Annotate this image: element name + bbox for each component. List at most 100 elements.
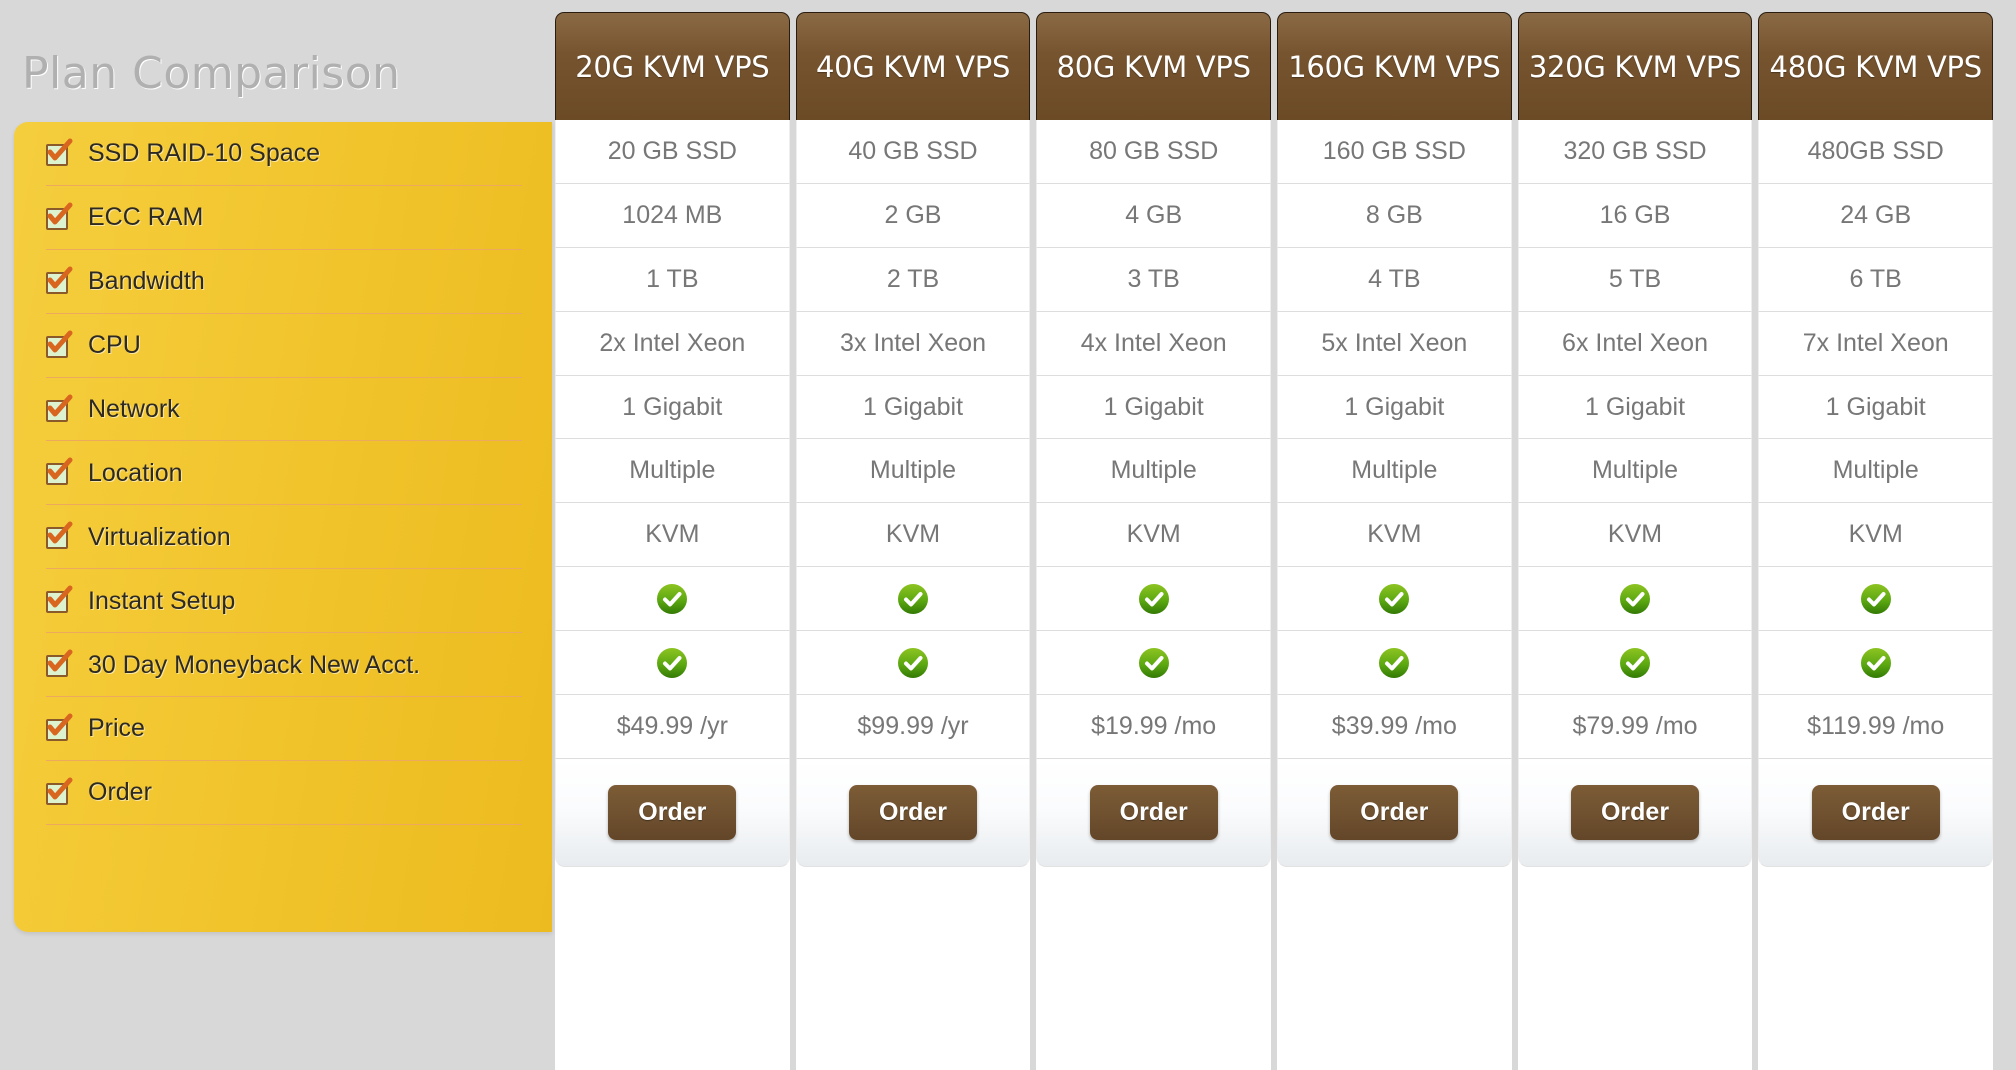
plan-column: 40G KVM VPS 40 GB SSD 2 GB 2 TB 3x Intel Xeo… <box>793 0 1034 1070</box>
checkmark-glyph <box>47 457 73 480</box>
cell-virtualization: KVM <box>555 503 790 568</box>
checkmark-glyph <box>47 521 73 544</box>
cell-cpu: 3x Intel Xeon <box>795 311 1031 376</box>
cell-cpu: 6x Intel Xeon <box>1517 311 1753 376</box>
cell-cpu: 7x Intel Xeon <box>1758 311 1994 376</box>
feature-label: Price <box>88 714 145 743</box>
plan-header[interactable]: 40G KVM VPS <box>795 12 1031 120</box>
cell-ram: 8 GB <box>1277 183 1512 248</box>
checkbox-checked-icon <box>46 777 73 805</box>
cell-network: 1 Gigabit <box>1277 375 1512 440</box>
cell-network: 1 Gigabit <box>795 375 1031 440</box>
feature-label: Network <box>88 395 180 423</box>
feature-label: ECC RAM <box>88 203 204 232</box>
cell-virtualization: KVM <box>1517 503 1753 568</box>
checkmark-glyph <box>47 266 73 289</box>
plan-header[interactable]: 20G KVM VPS <box>555 12 790 120</box>
cell-ram: 16 GB <box>1517 183 1753 248</box>
feature-row: Instant Setup <box>14 569 552 634</box>
cell-network: 1 Gigabit <box>1036 375 1272 440</box>
order-button[interactable]: Order <box>608 784 737 840</box>
order-button[interactable]: Order <box>1330 784 1459 840</box>
green-check-icon <box>1379 583 1410 614</box>
cell-moneyback <box>795 631 1031 696</box>
feature-label: Location <box>88 458 183 487</box>
plan-header[interactable]: 160G KVM VPS <box>1277 12 1512 120</box>
feature-row: Location <box>14 441 552 506</box>
plan-cell-stack: 40 GB SSD 2 GB 2 TB 3x Intel Xeon 1 Gigabit M… <box>795 120 1031 1070</box>
cell-moneyback <box>1277 631 1512 696</box>
cell-network: 1 Gigabit <box>555 375 790 440</box>
checkmark-glyph <box>47 330 73 353</box>
feature-label: Order <box>88 778 152 807</box>
checkmark-glyph <box>47 713 73 736</box>
cell-order: Order <box>1758 758 1994 867</box>
cell-bandwidth: 5 TB <box>1517 247 1753 312</box>
checkmark-glyph <box>47 585 73 608</box>
checkbox-checked-icon <box>46 266 73 294</box>
cell-bandwidth: 3 TB <box>1036 247 1272 312</box>
checkmark-glyph <box>47 138 73 161</box>
cell-location: Multiple <box>555 439 790 504</box>
green-check-icon <box>657 583 688 614</box>
cell-price: $99.99 /yr <box>795 695 1031 759</box>
plan-header[interactable]: 480G KVM VPS <box>1758 12 1994 120</box>
cell-bandwidth: 4 TB <box>1277 247 1512 312</box>
cell-moneyback <box>555 631 790 696</box>
feature-row: Price <box>14 697 552 761</box>
feature-row: 30 Day Moneyback New Acct. <box>14 633 552 697</box>
plan-column: 20G KVM VPS 20 GB SSD 1024 MB 1 TB 2x Intel … <box>552 0 793 1070</box>
cell-order: Order <box>555 758 790 867</box>
checkmark-glyph <box>47 649 73 672</box>
order-button[interactable]: Order <box>1089 784 1218 840</box>
order-button[interactable]: Order <box>849 784 977 840</box>
feature-sidebar: Plan Comparison SSD RAID-10 Space ECC RAM… <box>0 0 552 1070</box>
cell-ssd: 480GB SSD <box>1758 120 1994 184</box>
cell-instant_setup <box>1517 567 1753 632</box>
plan-header[interactable]: 80G KVM VPS <box>1036 12 1272 120</box>
feature-row: Bandwidth <box>14 250 552 314</box>
order-button[interactable]: Order <box>1571 784 1700 840</box>
cell-virtualization: KVM <box>795 503 1031 568</box>
plan-column: 160G KVM VPS 160 GB SSD 8 GB 4 TB 5x Intel X… <box>1274 0 1515 1070</box>
checkbox-checked-icon <box>46 585 73 614</box>
feature-label: Instant Setup <box>88 586 236 615</box>
plan-cell-stack: 320 GB SSD 16 GB 5 TB 6x Intel Xeon 1 Gigabi… <box>1517 120 1753 1070</box>
green-check-icon <box>1860 647 1891 678</box>
cell-order: Order <box>795 758 1031 867</box>
feature-row: Order <box>14 761 552 825</box>
green-check-icon <box>1620 647 1651 678</box>
plan-header[interactable]: 320G KVM VPS <box>1517 12 1753 120</box>
cell-price: $49.99 /yr <box>555 695 790 759</box>
page-title: Plan Comparison <box>22 48 401 99</box>
cell-bandwidth: 6 TB <box>1758 247 1994 312</box>
cell-instant_setup <box>795 567 1031 632</box>
plan-cell-stack: 20 GB SSD 1024 MB 1 TB 2x Intel Xeon 1 Gigab… <box>555 120 790 1070</box>
order-button[interactable]: Order <box>1811 784 1940 840</box>
cell-ram: 1024 MB <box>555 183 790 248</box>
checkmark-glyph <box>47 777 73 800</box>
checkbox-checked-icon <box>46 713 73 741</box>
cell-cpu: 4x Intel Xeon <box>1036 311 1272 376</box>
feature-label: CPU <box>88 331 141 360</box>
plan-cell-stack: 480GB SSD 24 GB 6 TB 7x Intel Xeon 1 Gigabit… <box>1758 120 1994 1070</box>
checkmark-glyph <box>47 394 73 416</box>
cell-ssd: 320 GB SSD <box>1517 120 1753 184</box>
green-check-icon <box>1379 647 1410 678</box>
green-check-icon <box>898 647 928 678</box>
cell-location: Multiple <box>795 439 1031 504</box>
cell-location: Multiple <box>1277 439 1512 504</box>
cell-price: $79.99 /mo <box>1517 695 1753 759</box>
cell-location: Multiple <box>1758 439 1994 504</box>
cell-network: 1 Gigabit <box>1517 375 1753 440</box>
cell-location: Multiple <box>1036 439 1272 504</box>
cell-instant_setup <box>555 567 790 632</box>
plans-table: 20G KVM VPS 20 GB SSD 1024 MB 1 TB 2x Intel … <box>552 0 1996 1070</box>
plan-column: 480G KVM VPS 480GB SSD 24 GB 6 TB 7x Intel X… <box>1755 0 1996 1070</box>
checkbox-checked-icon <box>46 457 73 486</box>
plan-cell-stack: 80 GB SSD 4 GB 3 TB 4x Intel Xeon 1 Gigabit M… <box>1036 120 1272 1070</box>
checkbox-checked-icon <box>46 202 73 230</box>
cell-ram: 4 GB <box>1036 183 1272 248</box>
cell-bandwidth: 2 TB <box>795 247 1031 312</box>
feature-label: Bandwidth <box>88 267 205 296</box>
